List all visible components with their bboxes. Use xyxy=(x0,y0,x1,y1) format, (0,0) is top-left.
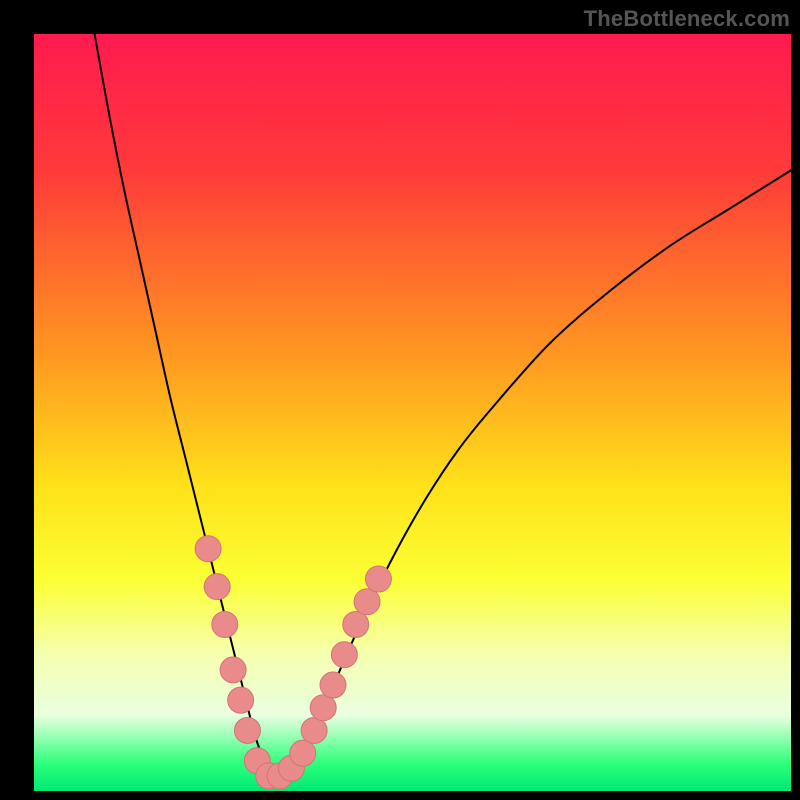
curve-marker xyxy=(343,611,369,637)
gradient-background xyxy=(34,34,791,791)
curve-marker xyxy=(212,611,238,637)
curve-marker xyxy=(331,642,357,668)
plot-area xyxy=(34,34,791,791)
chart-svg xyxy=(34,34,791,791)
curve-marker xyxy=(234,717,260,743)
curve-marker xyxy=(354,589,380,615)
curve-marker xyxy=(301,717,327,743)
curve-marker xyxy=(204,574,230,600)
curve-marker xyxy=(310,695,336,721)
curve-marker xyxy=(195,536,221,562)
watermark-text: TheBottleneck.com xyxy=(584,6,790,32)
curve-marker xyxy=(365,566,391,592)
curve-marker xyxy=(220,657,246,683)
chart-frame: TheBottleneck.com xyxy=(0,0,800,800)
curve-marker xyxy=(320,672,346,698)
curve-marker xyxy=(290,740,316,766)
curve-marker xyxy=(228,687,254,713)
